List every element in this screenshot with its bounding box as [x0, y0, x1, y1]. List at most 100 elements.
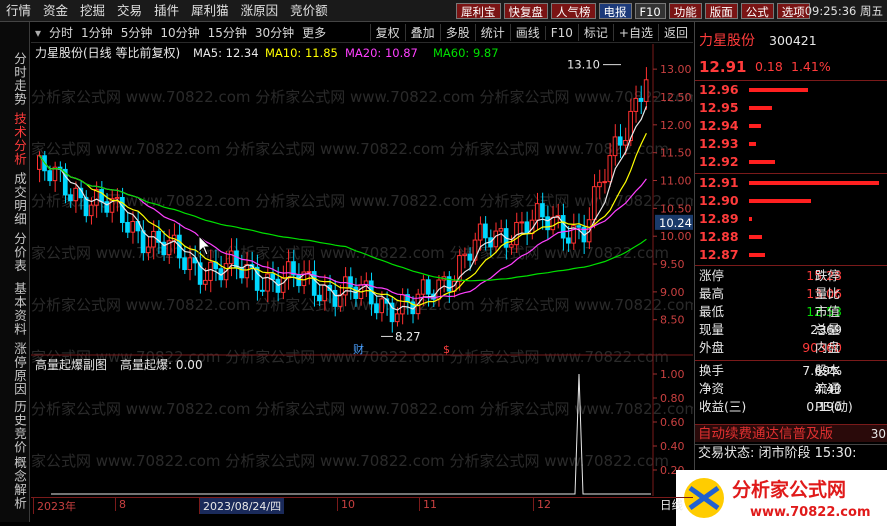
hot-tab[interactable]: 人气榜	[551, 3, 596, 19]
period-tab[interactable]: 15分钟	[204, 24, 251, 41]
candle-body	[114, 196, 120, 200]
stock-code: 300421	[769, 33, 817, 48]
ask-row[interactable]: 12.96	[695, 81, 887, 99]
ask-volume-bar	[749, 124, 761, 128]
x-tick-label: 12	[533, 498, 554, 511]
divider	[695, 360, 887, 361]
candle-body	[524, 221, 530, 235]
candle-body	[280, 277, 286, 293]
candle-body	[566, 237, 571, 244]
candle-body	[104, 201, 110, 213]
candle-body	[348, 276, 353, 288]
menu-item[interactable]: 挖掘	[74, 0, 111, 22]
y-tick-label: 11.00	[660, 175, 692, 188]
promo-text: 自动续费通达信普及版	[698, 426, 833, 442]
promo-banner[interactable]: 自动续费通达信普及版 30	[695, 424, 887, 442]
stock-header: 力星股份 300421	[695, 32, 887, 52]
menu-item[interactable]: 交易	[111, 0, 148, 22]
hot-tab[interactable]: 公式	[740, 3, 774, 19]
left-tab[interactable]: 历史竞价	[4, 400, 27, 454]
period-tab[interactable]: 更多	[298, 24, 330, 41]
period-tab[interactable]: 分时	[45, 24, 77, 41]
chart-canvas[interactable]: 分析家公式网 www.70822.com 分析家公式网 www.70822.co…	[31, 44, 693, 496]
ask-row[interactable]: 12.93	[695, 135, 887, 153]
toolbar-button[interactable]: 多股	[439, 24, 475, 41]
left-tab[interactable]: 基本资料	[4, 282, 27, 336]
ask-row[interactable]: 12.94	[695, 117, 887, 135]
ask-price: 12.96	[699, 82, 739, 97]
toolbar-button[interactable]: F10	[544, 25, 578, 40]
period-tab[interactable]: 10分钟	[156, 24, 203, 41]
bid-row[interactable]: 12.88	[695, 228, 887, 246]
candle-body	[623, 140, 628, 146]
hot-tab[interactable]: 快复盘	[503, 3, 548, 19]
candle-body	[88, 204, 94, 217]
hot-tab[interactable]: 犀利宝	[456, 3, 501, 19]
left-tab[interactable]: 成交明细	[4, 172, 27, 226]
toolbar-button[interactable]: +自选	[612, 24, 658, 41]
left-tab[interactable]: 分时走势	[4, 52, 27, 106]
ask-volume-bar	[749, 88, 808, 92]
toolbar-button[interactable]: 返回	[657, 24, 693, 41]
left-tab[interactable]: 技术分析	[4, 112, 27, 166]
y-tick-label: 13.00	[660, 63, 692, 76]
ask-row[interactable]: 12.95	[695, 99, 887, 117]
stat-label: 最高	[699, 286, 725, 301]
candle-body	[498, 228, 504, 232]
stat-label: 收益(三)	[699, 399, 747, 414]
hot-tab[interactable]: F10	[634, 3, 666, 19]
menu-item[interactable]: 竞价额	[284, 0, 334, 22]
candle-body	[477, 223, 483, 241]
hot-tab[interactable]: 功能	[668, 3, 702, 19]
y-tick-label: 9.00	[660, 286, 685, 299]
bid-price: 12.89	[699, 211, 739, 226]
menu-item[interactable]: 插件	[148, 0, 185, 22]
bid-row[interactable]: 12.91	[695, 174, 887, 192]
stat-row: 现量 2369 总量	[695, 321, 887, 339]
candle-body	[151, 230, 156, 248]
bid-volume-bar	[749, 235, 762, 239]
ask-row[interactable]: 12.92	[695, 153, 887, 171]
x-tick-label: 8	[115, 498, 129, 511]
bid-volume-bar	[749, 199, 812, 203]
bid-row[interactable]: 12.90	[695, 192, 887, 210]
ma-label: MA20: 10.87	[345, 46, 418, 60]
toolbar-button[interactable]: 复权	[369, 24, 405, 41]
menu-item[interactable]: 资金	[37, 0, 74, 22]
toolbar-button[interactable]: 画线	[509, 24, 545, 41]
kline-chart-area[interactable]: 分析家公式网 www.70822.com 分析家公式网 www.70822.co…	[31, 44, 693, 496]
period-tab[interactable]: 30分钟	[251, 24, 298, 41]
stat-label: 换手	[699, 363, 725, 378]
toolbar-button[interactable]: 叠加	[404, 24, 440, 41]
hot-tab[interactable]: 版面	[704, 3, 738, 19]
sub-y-tick-label: 0.40	[660, 440, 685, 453]
menu-item[interactable]: 犀利猫	[185, 0, 235, 22]
event-marker-dividend[interactable]: $	[443, 343, 450, 356]
bid-row[interactable]: 12.87	[695, 246, 887, 264]
candle-body	[612, 136, 618, 157]
period-tab[interactable]: 1分钟	[77, 24, 117, 41]
stat-row: 收益(三) 0.190 PE(动)	[695, 398, 887, 416]
bid-row[interactable]: 12.89	[695, 210, 887, 228]
toolbar-button[interactable]: 统计	[474, 24, 510, 41]
menu-item[interactable]: 涨原因	[235, 0, 285, 22]
ask-volume-bar	[749, 160, 775, 164]
candle-body	[638, 97, 644, 102]
toolbar-button[interactable]: 标记	[577, 24, 613, 41]
price-change: 0.18	[755, 59, 783, 74]
event-marker-finance[interactable]: 财	[353, 342, 364, 356]
menu-item[interactable]: 行情	[0, 0, 37, 22]
period-tab[interactable]: 5分钟	[117, 24, 157, 41]
candle-body	[633, 97, 639, 112]
left-tab[interactable]: 分价表	[4, 232, 27, 273]
left-tab[interactable]: 概念解析	[4, 456, 27, 510]
collapse-icon[interactable]: ▾	[31, 26, 45, 40]
x-tick-label: 10	[337, 498, 358, 511]
stat-label-right: 市值	[815, 304, 841, 319]
candle-body	[576, 225, 582, 228]
candle-body	[462, 253, 467, 257]
hot-tab[interactable]: 电报	[598, 3, 632, 19]
candle-body	[208, 261, 213, 281]
left-tab[interactable]: 涨停原因	[4, 342, 27, 396]
promo-right: 30	[870, 427, 886, 441]
